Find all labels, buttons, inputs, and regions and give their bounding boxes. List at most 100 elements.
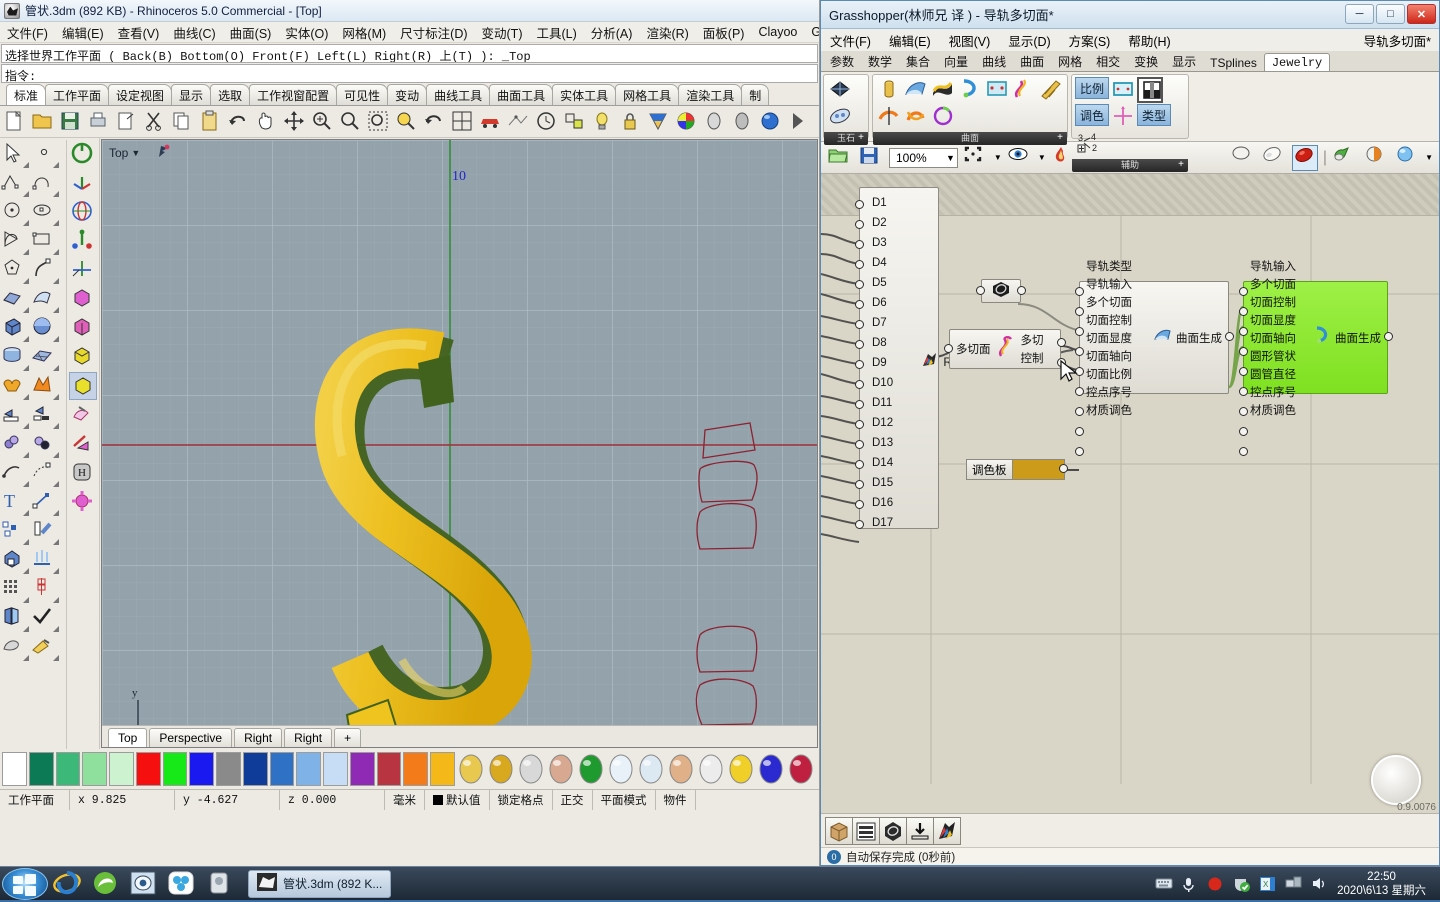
box-icon[interactable] — [0, 314, 30, 343]
diamond-icon[interactable] — [607, 752, 635, 786]
palette-swatch-9[interactable] — [242, 752, 268, 786]
rhino-viewport[interactable]: 10 y x Top — [101, 139, 818, 748]
gh-menubar[interactable]: 文件(F) 编辑(E) 视图(V) 显示(D) 方案(S) 帮助(H) 导轨多切面* — [821, 29, 1439, 51]
next-icon[interactable] — [786, 109, 812, 135]
preview-eye-icon[interactable] — [1007, 145, 1033, 171]
chevron-down-icon[interactable]: ▼ — [994, 153, 1002, 162]
gem-oval-icon[interactable] — [827, 104, 853, 130]
palette-swatch-12[interactable] — [323, 752, 348, 786]
pipe-input-port-4[interactable] — [1239, 367, 1248, 376]
pipe-node-out-port[interactable] — [1384, 332, 1393, 341]
param-item-D7[interactable]: D7 — [872, 313, 938, 333]
rhino-menu-item-0[interactable]: 文件(F) — [0, 23, 55, 42]
ribbon-button-类型[interactable]: 类型 — [1137, 104, 1171, 126]
rhino-toolbar-tab-7[interactable]: 变动 — [387, 84, 428, 105]
gem-hex-node[interactable] — [981, 279, 1021, 303]
ie-icon[interactable] — [52, 869, 86, 899]
gh-tab-9[interactable]: 显示 — [1165, 51, 1203, 71]
gem-cut-icon[interactable] — [827, 77, 853, 103]
rhino-status-2[interactable]: y -4.627 — [175, 790, 280, 810]
rhino-toolbar-tab-4[interactable]: 选取 — [210, 84, 251, 105]
clock-icon[interactable] — [534, 109, 560, 135]
rhino-command-input[interactable]: 指令: — [1, 64, 818, 84]
color-wheel-icon[interactable] — [674, 109, 700, 135]
surface-input-port-0[interactable] — [1075, 287, 1084, 296]
cylinder-icon[interactable] — [0, 343, 30, 372]
rhino-status-1[interactable]: x 9.825 — [70, 790, 175, 810]
rhino-toolbar-tab-0[interactable]: 标准 — [6, 84, 47, 105]
plane-icon[interactable] — [30, 343, 60, 372]
ruby-icon[interactable] — [787, 752, 815, 786]
pipe-input-port-7[interactable] — [1239, 427, 1248, 436]
polyline-icon[interactable] — [0, 169, 30, 198]
orange-twist-icon[interactable] — [903, 104, 929, 130]
dimension-icon[interactable] — [30, 488, 60, 517]
gh-tab-6[interactable]: 网格 — [1051, 51, 1089, 71]
gumball-icon[interactable] — [69, 227, 97, 255]
param-item-D11[interactable]: D11 — [872, 393, 938, 413]
layout-icon[interactable] — [562, 109, 588, 135]
rhino-status-7[interactable]: 正交 — [553, 790, 593, 810]
rhino-menu-item-4[interactable]: 曲面(S) — [223, 23, 279, 42]
rhino-menu-item-12[interactable]: 面板(P) — [696, 23, 752, 42]
pipe-input-port-6[interactable] — [1239, 407, 1248, 416]
chevron-down-icon[interactable]: ▼ — [1425, 153, 1433, 162]
box-magenta-icon[interactable] — [69, 285, 97, 313]
palette-swatch-8[interactable] — [216, 752, 241, 786]
trim-icon[interactable] — [0, 401, 30, 430]
gh-tab-10[interactable]: TSplines — [1203, 54, 1264, 71]
gh-menu-item-1[interactable]: 编辑(E) — [880, 31, 940, 50]
palette-swatch-16[interactable] — [430, 752, 456, 786]
pipe-input-port-0[interactable] — [1239, 287, 1248, 296]
surface-input-port-1[interactable] — [1075, 307, 1084, 316]
rhino-material-palette[interactable] — [0, 749, 819, 789]
param-port-D7[interactable] — [855, 320, 864, 329]
port-out[interactable] — [1059, 464, 1068, 473]
taskbar-clock[interactable]: 22:50 2020\6\13 星期六 — [1337, 870, 1434, 898]
grid-icon[interactable] — [450, 109, 476, 135]
rainbow-bird-icon[interactable] — [933, 816, 961, 845]
gh-tab-8[interactable]: 变换 — [1127, 51, 1165, 71]
param-port-D8[interactable] — [855, 340, 864, 349]
param-port-D10[interactable] — [855, 380, 864, 389]
curve-icon[interactable] — [30, 169, 60, 198]
pipe-input-port-3[interactable] — [1239, 347, 1248, 356]
param-item-D6[interactable]: D6 — [872, 293, 938, 313]
preview-orange-icon[interactable] — [1363, 145, 1389, 171]
gh-tab-11[interactable]: Jewelry — [1263, 53, 1331, 71]
twisted-bar-icon[interactable] — [1038, 77, 1064, 103]
number-tree-icon[interactable]: 342 — [1075, 131, 1101, 157]
pipe-input-port-8[interactable] — [1239, 447, 1248, 456]
grid-array-icon[interactable] — [0, 575, 30, 604]
preview-green-icon[interactable] — [1332, 145, 1358, 171]
diamond2-icon[interactable] — [637, 752, 665, 786]
viewport-tab-strip[interactable]: Top Perspective Right Right + — [102, 725, 817, 747]
param-port-D12[interactable] — [855, 420, 864, 429]
palette-node-swatch[interactable] — [1012, 459, 1065, 480]
render-icon[interactable] — [478, 109, 504, 135]
gold-nugget-icon[interactable] — [727, 752, 755, 786]
palette-swatch-2[interactable] — [55, 752, 81, 786]
green-gem-icon[interactable] — [577, 752, 605, 786]
bronze-pearl-icon[interactable] — [667, 752, 695, 786]
wave-surf-icon[interactable] — [930, 77, 956, 103]
point-icon[interactable] — [30, 140, 60, 169]
param-list-node[interactable]: D1 D2 D3 D4 D5 D6 D7 D8 D9 D10 D11 D12 D13 D14 D15 D16 D… — [859, 187, 952, 529]
flame-icon[interactable] — [1051, 145, 1077, 171]
solid-box-icon[interactable] — [0, 546, 30, 575]
rhino-status-6[interactable]: 锁定格点 — [490, 790, 553, 810]
close-button[interactable]: ✕ — [1407, 4, 1436, 24]
chevron-down-icon[interactable]: ▼ — [131, 148, 140, 158]
zoom-in-icon[interactable] — [310, 109, 336, 135]
rhino-status-0[interactable]: 工作平面 — [0, 790, 70, 810]
gold-ball-icon[interactable] — [487, 752, 515, 786]
palette-node[interactable]: 调色板 — [966, 459, 1065, 480]
excel-icon[interactable]: X — [1259, 876, 1276, 892]
surface-loft-icon[interactable] — [30, 285, 60, 314]
viewport-tab-2[interactable]: Right — [234, 728, 283, 747]
surface-input-port-8[interactable] — [1075, 447, 1084, 456]
viewport-tab-0[interactable]: Top — [108, 728, 148, 747]
sphere-blue-icon[interactable] — [758, 109, 784, 135]
polygon-icon[interactable] — [0, 256, 30, 285]
eraser-icon[interactable] — [69, 401, 97, 429]
